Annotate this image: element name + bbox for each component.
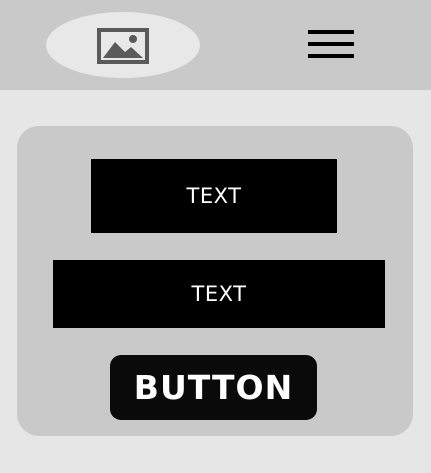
text-block-1: TEXT [91, 159, 337, 233]
image-placeholder-icon [97, 28, 149, 64]
hamburger-menu-icon [308, 30, 354, 58]
logo[interactable] [46, 12, 200, 78]
primary-button[interactable]: BUTTON [110, 355, 317, 420]
top-header [0, 0, 431, 90]
menu-button[interactable] [306, 24, 356, 64]
text-block-2: TEXT [53, 260, 385, 328]
